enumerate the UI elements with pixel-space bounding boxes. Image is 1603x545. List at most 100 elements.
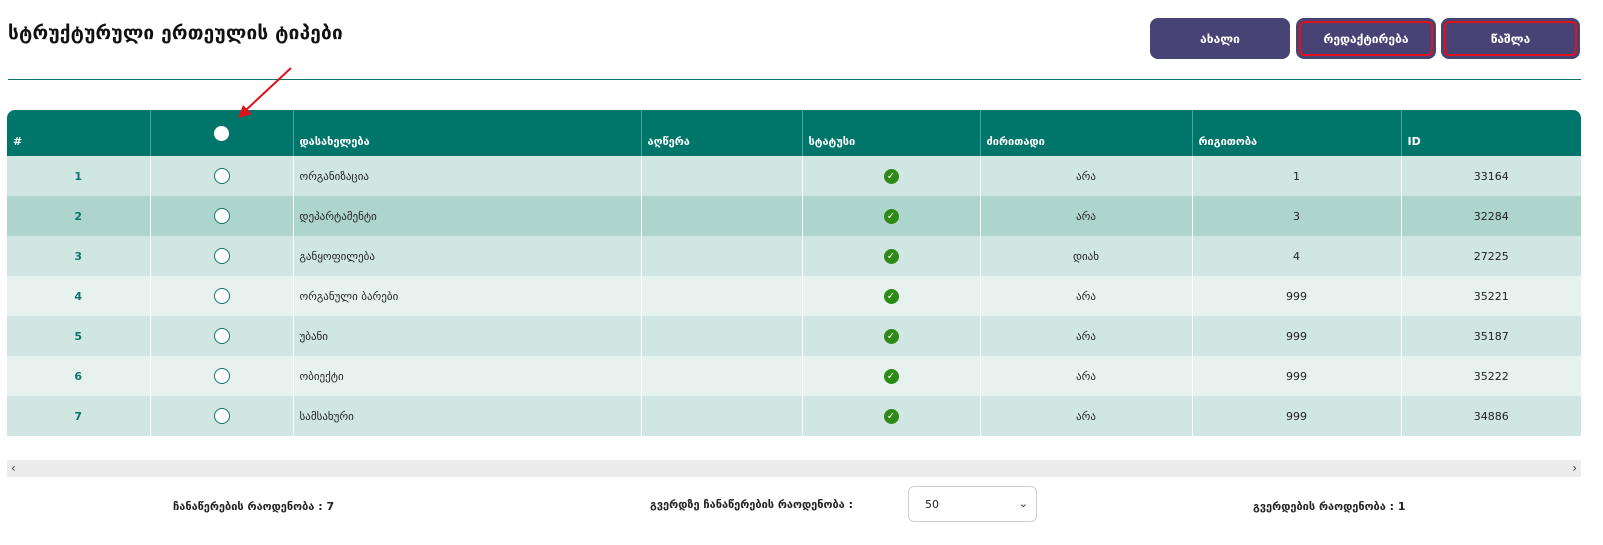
row-id: 33164	[1473, 169, 1509, 183]
row-order: 999	[1192, 356, 1402, 396]
row-select-radio[interactable]	[213, 248, 230, 264]
row-select-radio[interactable]	[213, 288, 230, 304]
per-page-select[interactable]: 50 ⌄	[908, 486, 1037, 522]
row-order: 1	[1192, 156, 1402, 196]
row-number: 5	[7, 316, 151, 356]
horizontal-scrollbar[interactable]: ‹ ›	[7, 460, 1581, 477]
data-table: # დასახელება აღწერა სტატუსი ძირითადი რიგ…	[7, 110, 1581, 437]
row-name: ორგანიზაცია	[293, 156, 642, 196]
col-header-number[interactable]: #	[7, 110, 151, 156]
row-order: 999	[1192, 316, 1402, 356]
table-row[interactable]: 3 განყოფილება ✓ დიახ 4 27225	[7, 236, 1581, 276]
row-select-cell[interactable]	[150, 356, 294, 396]
row-status: ✓	[802, 316, 981, 356]
row-main: არა	[980, 396, 1193, 436]
row-description	[641, 156, 803, 196]
row-number: 7	[7, 396, 151, 436]
row-status: ✓	[802, 156, 981, 196]
row-name: ორგანული ბარები	[293, 276, 642, 316]
row-description	[641, 236, 803, 276]
row-select-cell[interactable]	[150, 316, 294, 356]
row-status: ✓	[802, 276, 981, 316]
check-circle-icon: ✓	[883, 288, 899, 304]
row-description	[641, 396, 803, 436]
row-name: განყოფილება	[293, 236, 642, 276]
row-number: 4	[7, 276, 151, 316]
new-button[interactable]: ახალი	[1150, 18, 1290, 59]
row-id: 35187	[1473, 329, 1509, 343]
row-order: 999	[1192, 276, 1402, 316]
check-circle-icon: ✓	[883, 408, 899, 424]
col-header-select[interactable]	[150, 110, 294, 156]
row-select-cell[interactable]	[150, 276, 294, 316]
delete-button[interactable]: წაშლა	[1441, 18, 1580, 59]
row-description	[641, 276, 803, 316]
row-id: 32284	[1473, 209, 1509, 223]
scroll-right-icon[interactable]: ›	[1572, 460, 1577, 477]
row-name: უბანი	[293, 316, 642, 356]
col-header-description[interactable]: აღწერა	[641, 110, 803, 156]
check-circle-icon: ✓	[883, 248, 899, 264]
row-id: 27225	[1473, 249, 1509, 263]
check-circle-icon: ✓	[883, 168, 899, 184]
table-row[interactable]: 6 ობიექტი ✓ არა 999 35222	[7, 356, 1581, 396]
row-order: 4	[1192, 236, 1402, 276]
title-divider	[8, 79, 1581, 80]
table-row[interactable]: 7 სამსახური ✓ არა 999 34886	[7, 396, 1581, 436]
row-description	[641, 196, 803, 236]
row-description	[641, 356, 803, 396]
row-name: სამსახური	[293, 396, 642, 436]
row-select-radio[interactable]	[213, 168, 230, 184]
select-all-radio[interactable]	[213, 124, 230, 142]
table-row[interactable]: 1 ორგანიზაცია ✓ არა 1 33164	[7, 156, 1581, 196]
row-number: 6	[7, 356, 151, 396]
row-number: 3	[7, 236, 151, 276]
col-header-status[interactable]: სტატუსი	[802, 110, 981, 156]
row-status: ✓	[802, 196, 981, 236]
col-header-id[interactable]: ID	[1401, 110, 1581, 156]
row-description	[641, 316, 803, 356]
row-main: არა	[980, 196, 1193, 236]
table-row[interactable]: 2 დეპარტამენტი ✓ არა 3 32284	[7, 196, 1581, 236]
check-circle-icon: ✓	[883, 328, 899, 344]
row-select-cell[interactable]	[150, 156, 294, 196]
row-select-cell[interactable]	[150, 396, 294, 436]
table-row[interactable]: 5 უბანი ✓ არა 999 35187	[7, 316, 1581, 356]
row-id: 35221	[1473, 289, 1509, 303]
row-main: დიახ	[980, 236, 1193, 276]
row-status: ✓	[802, 396, 981, 436]
row-main: არა	[980, 316, 1193, 356]
scroll-left-icon[interactable]: ‹	[11, 460, 16, 477]
row-name: ობიექტი	[293, 356, 642, 396]
records-count: ჩანაწერების რაოდენობა : 7	[173, 500, 335, 513]
col-header-name[interactable]: დასახელება	[293, 110, 642, 156]
row-order: 3	[1192, 196, 1402, 236]
row-select-radio[interactable]	[213, 208, 230, 224]
row-id: 34886	[1473, 409, 1509, 423]
row-select-radio[interactable]	[213, 368, 230, 384]
per-page-label: გვერდზე ჩანაწერების რაოდენობა :	[650, 498, 853, 511]
row-number: 1	[7, 156, 151, 196]
row-id: 35222	[1473, 369, 1509, 383]
row-select-cell[interactable]	[150, 196, 294, 236]
row-status: ✓	[802, 236, 981, 276]
table-body: 1 ორგანიზაცია ✓ არა 1 33164 2 დეპარტამენტი ✓ არა 3…	[7, 156, 1581, 436]
table-row[interactable]: 4 ორგანული ბარები ✓ არა 999 35221	[7, 276, 1581, 316]
row-name: დეპარტამენტი	[293, 196, 642, 236]
chevron-down-icon: ⌄	[1018, 497, 1028, 510]
edit-button[interactable]: რედაქტირება	[1296, 18, 1436, 59]
col-header-order[interactable]: რიგითობა	[1192, 110, 1402, 156]
page-title: სტრუქტურული ერთეულის ტიპები	[8, 22, 343, 44]
per-page-value: 50	[925, 497, 939, 511]
row-main: არა	[980, 276, 1193, 316]
pages-count: გვერდების რაოდენობა : 1	[1253, 500, 1406, 513]
row-select-radio[interactable]	[213, 408, 230, 424]
row-number: 2	[7, 196, 151, 236]
check-circle-icon: ✓	[883, 368, 899, 384]
row-select-cell[interactable]	[150, 236, 294, 276]
row-status: ✓	[802, 356, 981, 396]
row-main: არა	[980, 156, 1193, 196]
table-header-row: # დასახელება აღწერა სტატუსი ძირითადი რიგ…	[7, 110, 1581, 156]
col-header-main[interactable]: ძირითადი	[980, 110, 1193, 156]
row-select-radio[interactable]	[213, 328, 230, 344]
